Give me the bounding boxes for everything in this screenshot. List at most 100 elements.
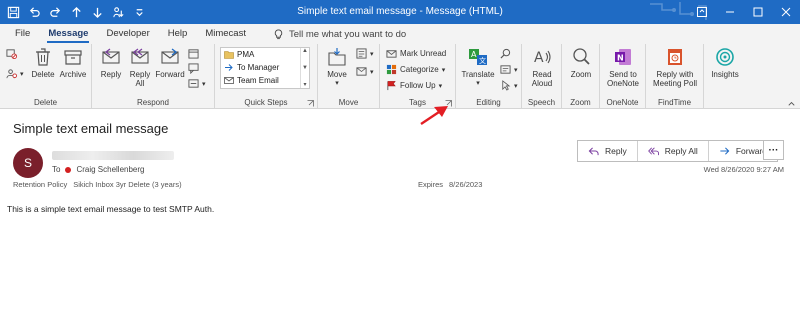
flag-icon: [387, 81, 396, 91]
insights-button[interactable]: Insights: [708, 46, 742, 79]
expires-value: 8/26/2023: [449, 180, 483, 189]
move-label: Move: [327, 70, 347, 79]
quick-step-team-email[interactable]: Team Email: [221, 74, 309, 87]
ribbon-tabs: File Message Developer Help Mimecast Tel…: [0, 24, 800, 44]
more-actions-icon: ···: [768, 144, 779, 156]
tab-message[interactable]: Message: [39, 24, 97, 44]
quick-step-pma[interactable]: PMA: [221, 48, 309, 61]
mark-unread-button[interactable]: Mark Unread: [386, 48, 446, 59]
respond-group-label: Respond: [136, 98, 170, 107]
ribbon-group-quick-steps: PMA To Manager Team Email ▲ ▼ ▾ Quick Step…: [215, 44, 318, 109]
im-reply-button[interactable]: [188, 63, 199, 74]
send-to-label-2: OneNote: [606, 79, 640, 88]
reply-ribbon-button[interactable]: Reply: [98, 46, 124, 79]
actions-button[interactable]: ▾: [356, 66, 374, 77]
message-action-bar: Reply Reply All Forward: [577, 140, 778, 162]
tell-me-box[interactable]: Tell me what you want to do: [273, 29, 406, 40]
junk-button[interactable]: ▾: [6, 68, 24, 79]
collapse-ribbon-icon[interactable]: [786, 98, 797, 109]
reply-button[interactable]: Reply: [578, 141, 638, 161]
ignore-button[interactable]: [6, 48, 17, 59]
delete-group-label: Delete: [33, 98, 58, 107]
read-aloud-button[interactable]: A Read Aloud: [527, 46, 557, 88]
translate-button[interactable]: A文 Translate ▾: [460, 46, 496, 88]
reply-ribbon-label: Reply: [100, 70, 122, 79]
ribbon-group-move: Move ▾ ▾ ▾ Move: [318, 44, 380, 109]
move-group-label: Move: [338, 98, 359, 107]
move-button[interactable]: Move ▾: [324, 46, 350, 88]
findtime-icon: [668, 49, 682, 65]
ribbon-display-icon[interactable]: [688, 0, 716, 24]
reply-all-label-1: Reply: [129, 70, 151, 79]
presence-status-icon: [65, 166, 72, 173]
related-button[interactable]: ▾: [500, 64, 518, 75]
folder-icon: [224, 51, 234, 59]
zoom-button[interactable]: Zoom: [566, 46, 596, 79]
recipient-name[interactable]: Craig Schellenberg: [76, 165, 144, 174]
reply-meeting-label-2: Meeting Poll: [652, 79, 698, 88]
forward-ribbon-button[interactable]: Forward: [155, 46, 185, 79]
expires-info: Expires 8/26/2023: [418, 180, 482, 189]
ribbon-group-zoom: Zoom Zoom: [562, 44, 600, 109]
retention-label: Retention Policy: [13, 180, 68, 189]
message-body: This is a simple text email message to t…: [7, 204, 215, 214]
more-respond-button[interactable]: ▾: [188, 78, 206, 89]
maximize-icon[interactable]: [744, 0, 772, 24]
quick-step-to-manager[interactable]: To Manager: [221, 61, 309, 74]
meeting-reply-button[interactable]: [188, 48, 199, 59]
follow-up-button[interactable]: Follow Up ▾: [386, 80, 442, 91]
speech-group-label: Speech: [527, 98, 556, 107]
findtime-group-label: FindTime: [657, 98, 692, 107]
ribbon-group-delete: ▾ Delete Archive Delete: [0, 44, 92, 109]
forward-ribbon-label: Forward: [155, 70, 185, 79]
lightbulb-icon: [274, 28, 283, 39]
tab-developer[interactable]: Developer: [97, 24, 158, 44]
retention-policy: Retention Policy Sikich Inbox 3yr Delete …: [13, 180, 182, 189]
junk-icon: [6, 69, 17, 79]
avatar-initial: S: [23, 156, 32, 170]
ignore-icon: [6, 49, 17, 59]
svg-text:A: A: [471, 50, 477, 59]
svg-text:N: N: [617, 54, 624, 63]
reply-meeting-poll-button[interactable]: Reply with Meeting Poll: [649, 46, 701, 88]
reply-all-arrow-icon: [647, 147, 659, 155]
categorize-button[interactable]: Categorize ▾: [386, 64, 445, 75]
archive-label: Archive: [59, 70, 87, 79]
minimize-icon[interactable]: [716, 0, 744, 24]
quick-steps-scroll[interactable]: ▲ ▼ ▾: [300, 48, 309, 88]
select-button[interactable]: ▾: [500, 80, 518, 91]
im-icon: [188, 63, 199, 74]
insights-icon: [716, 48, 734, 66]
arrow-right-icon: [225, 64, 233, 71]
ribbon-group-insights: Insights: [704, 44, 746, 109]
reply-all-button[interactable]: Reply All: [638, 141, 709, 161]
delete-button[interactable]: Delete: [31, 46, 55, 79]
send-to-onenote-button[interactable]: N Send to OneNote: [604, 46, 642, 88]
message-date: Wed 8/26/2020 9:27 AM: [703, 165, 784, 174]
actions-icon: [356, 67, 367, 76]
ribbon-group-respond: Reply Reply All Forward ▾ Respond: [92, 44, 215, 109]
reply-all-ribbon-button[interactable]: Reply All: [127, 46, 153, 88]
reply-arrow-icon: [588, 146, 599, 155]
window-title: Simple text email message - Message (HTM…: [297, 6, 503, 17]
sender-name-redacted[interactable]: [52, 151, 174, 160]
retention-value: Sikich Inbox 3yr Delete (3 years): [73, 180, 182, 189]
tab-mimecast[interactable]: Mimecast: [196, 24, 255, 44]
cursor-icon: [502, 80, 511, 91]
more-respond-icon: [188, 79, 199, 88]
reply-meeting-label-1: Reply with: [656, 70, 694, 79]
message-subject: Simple text email message: [13, 121, 169, 136]
forward-arrow-icon: [720, 146, 730, 155]
translate-icon: A文: [469, 49, 487, 65]
find-button[interactable]: [500, 48, 511, 59]
calendar-reply-icon: [188, 49, 199, 59]
tab-help[interactable]: Help: [159, 24, 197, 44]
window-controls: [688, 0, 800, 24]
more-actions-button[interactable]: ···: [763, 140, 784, 160]
archive-button[interactable]: Archive: [58, 46, 88, 79]
related-icon: [500, 65, 511, 74]
rules-icon: [356, 48, 367, 59]
rules-button[interactable]: ▾: [356, 48, 374, 59]
close-icon[interactable]: [772, 0, 800, 24]
tab-file[interactable]: File: [6, 24, 39, 44]
